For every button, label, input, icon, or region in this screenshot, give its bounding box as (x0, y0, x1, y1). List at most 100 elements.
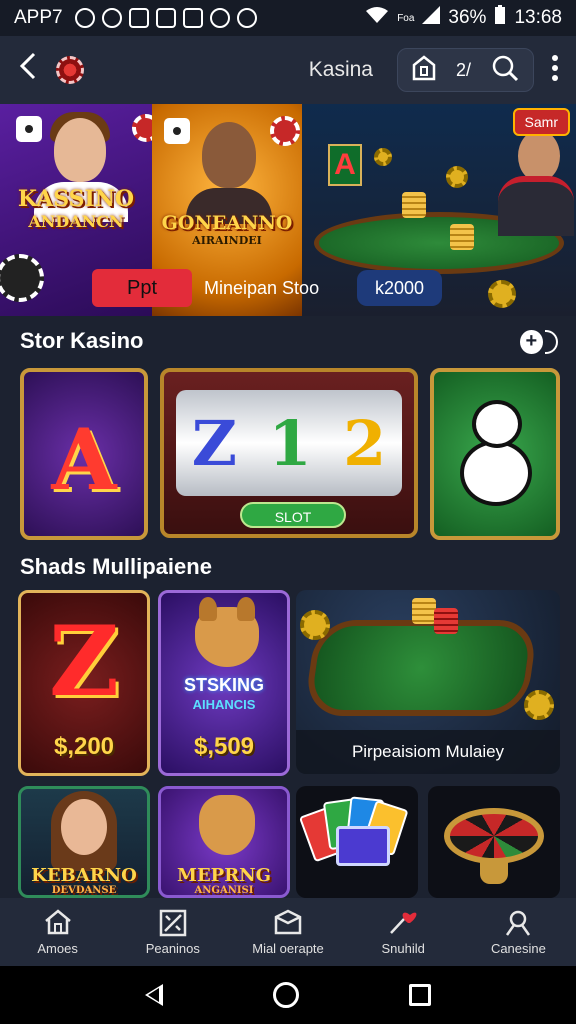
coin-icon (374, 148, 392, 166)
game-tile-ace[interactable]: A (20, 368, 148, 540)
coin-icon (488, 280, 516, 308)
coin-icon (524, 690, 554, 720)
notification-icon (74, 8, 95, 28)
nav-label: Peaninos (145, 940, 200, 956)
dealer-portrait (518, 130, 560, 182)
nav-item-peaninos[interactable]: Peaninos (115, 898, 230, 966)
game-tile-seven[interactable]: Z $,200 (18, 590, 150, 776)
tile-symbol: A (51, 410, 117, 509)
home-icon (43, 908, 73, 935)
game-tile-dog[interactable]: STSKING AIHANCIS $,509 (158, 590, 290, 776)
game-tile-slot[interactable]: Z 1 2 SLOT (160, 368, 418, 538)
notification-icon (101, 8, 122, 28)
nav-label: Snuhild (381, 940, 425, 956)
system-navigation-bar (0, 966, 576, 1024)
notification-icons (74, 8, 257, 28)
nav-item-snuhild[interactable]: Snuhild (346, 898, 461, 966)
tile-title: KEBARNO (31, 865, 137, 886)
dice-icon (164, 118, 190, 144)
chip-icon (270, 116, 300, 146)
carrier-label: Foa (397, 12, 415, 24)
game-tile-meprng[interactable]: MEPRNG ANGANISI (158, 786, 290, 898)
app-header: Kasina 2/ (0, 36, 576, 104)
heart-pin-icon (388, 909, 418, 935)
status-app-label: APP7 (14, 7, 63, 28)
promo-amount[interactable]: k2000 (356, 270, 442, 306)
nav-label: Amoes (37, 940, 78, 956)
slot-reels: Z 1 2 (176, 390, 402, 496)
banner-logo-title: GONEANNO (161, 212, 293, 234)
chip-stack-icon (402, 192, 426, 218)
wallet-icon (412, 54, 436, 86)
nav-label: Canesine (490, 940, 546, 956)
tile-price: $,200 (53, 733, 115, 760)
game-tile-kebarno[interactable]: KEBARNO DEVDANSE (18, 786, 150, 898)
promo-button[interactable]: Ppt (92, 269, 192, 307)
character-portrait (54, 118, 106, 182)
nav-item-amoes[interactable]: Amoes (0, 898, 115, 966)
notification-icon (209, 8, 230, 28)
casino-chip-icon[interactable] (56, 56, 84, 84)
battery-percent: 36% (448, 7, 487, 28)
more-vertical-icon[interactable] (552, 54, 558, 86)
playing-card-icon: A (328, 144, 362, 186)
back-arrow-icon[interactable] (18, 52, 44, 88)
monitor-icon (336, 826, 390, 866)
roulette-wheel-icon (444, 808, 544, 864)
game-tile-eight-ball[interactable] (430, 368, 560, 540)
section-title: Shads Mullipaiene (20, 554, 212, 579)
game-tile-poker-table[interactable]: Pirpeaisiom Mulaiey (296, 590, 560, 774)
wallet-pill[interactable]: 2/ (396, 48, 534, 92)
bottom-navigation: Amoes Peaninos Mial oerapte Snuhild Cane… (0, 898, 576, 966)
search-icon[interactable] (491, 54, 519, 87)
banner-logo-title: KASSINO (17, 186, 135, 212)
system-back-icon[interactable] (145, 984, 163, 1006)
location-icon (236, 8, 257, 28)
chip-stack-icon (450, 224, 474, 250)
eight-symbol-icon (460, 400, 532, 508)
nav-label: Mial oerapte (252, 940, 324, 956)
status-bar: APP7 Foa 36% 13:68 (0, 0, 576, 36)
wifi-icon (365, 6, 389, 30)
dice-icon (16, 116, 42, 142)
dog-illustration (199, 795, 255, 855)
chip-stack-icon (434, 608, 458, 634)
system-recents-icon[interactable] (409, 984, 431, 1006)
slot-reel: 2 (343, 406, 387, 480)
notification-icon (155, 8, 176, 28)
tile-subtitle: ANGANISI (194, 885, 254, 896)
user-icon (504, 909, 532, 936)
clock: 13:68 (514, 7, 562, 28)
chip-stack-icon (412, 598, 436, 624)
tile-price: $,509 (193, 733, 255, 760)
banner-logo-subtitle: AIRAINDEI (192, 234, 262, 247)
nav-item-mial-oerapte[interactable]: Mial oerapte (230, 898, 345, 966)
character-portrait (61, 799, 107, 855)
promo-text: Mineipan Stoo (204, 277, 320, 298)
box-icon (273, 909, 303, 935)
nav-item-canesine[interactable]: Canesine (461, 898, 576, 966)
tile-title: STSKING (183, 675, 264, 695)
chip-icon (0, 254, 44, 302)
poker-table-illustration (303, 620, 539, 716)
game-tile-cards[interactable] (296, 786, 418, 898)
banner-tag[interactable]: Samr (512, 108, 570, 136)
dog-illustration (195, 597, 259, 667)
slot-play-button[interactable]: SLOT (240, 502, 346, 528)
game-tile-roulette[interactable] (428, 786, 560, 898)
notification-icon (182, 8, 203, 28)
section-toggle-icon[interactable]: + (520, 328, 558, 356)
tile-subtitle: DEVDANSE (51, 885, 117, 896)
tile-title: MEPRNG (177, 865, 271, 886)
coin-icon (300, 610, 330, 640)
section-title: Stor Kasino (20, 328, 144, 353)
banner-logo-subtitle: ANDANCN (28, 212, 124, 231)
tile-symbol: Z (48, 605, 120, 718)
system-home-icon[interactable] (273, 982, 299, 1008)
coin-icon (446, 166, 468, 188)
battery-icon (494, 5, 506, 31)
character-portrait (202, 122, 256, 188)
grid-icon (159, 909, 187, 936)
coin-count: 2/ (455, 59, 471, 80)
promo-bar: Ppt Mineipan Stoo k2000 (92, 268, 442, 308)
